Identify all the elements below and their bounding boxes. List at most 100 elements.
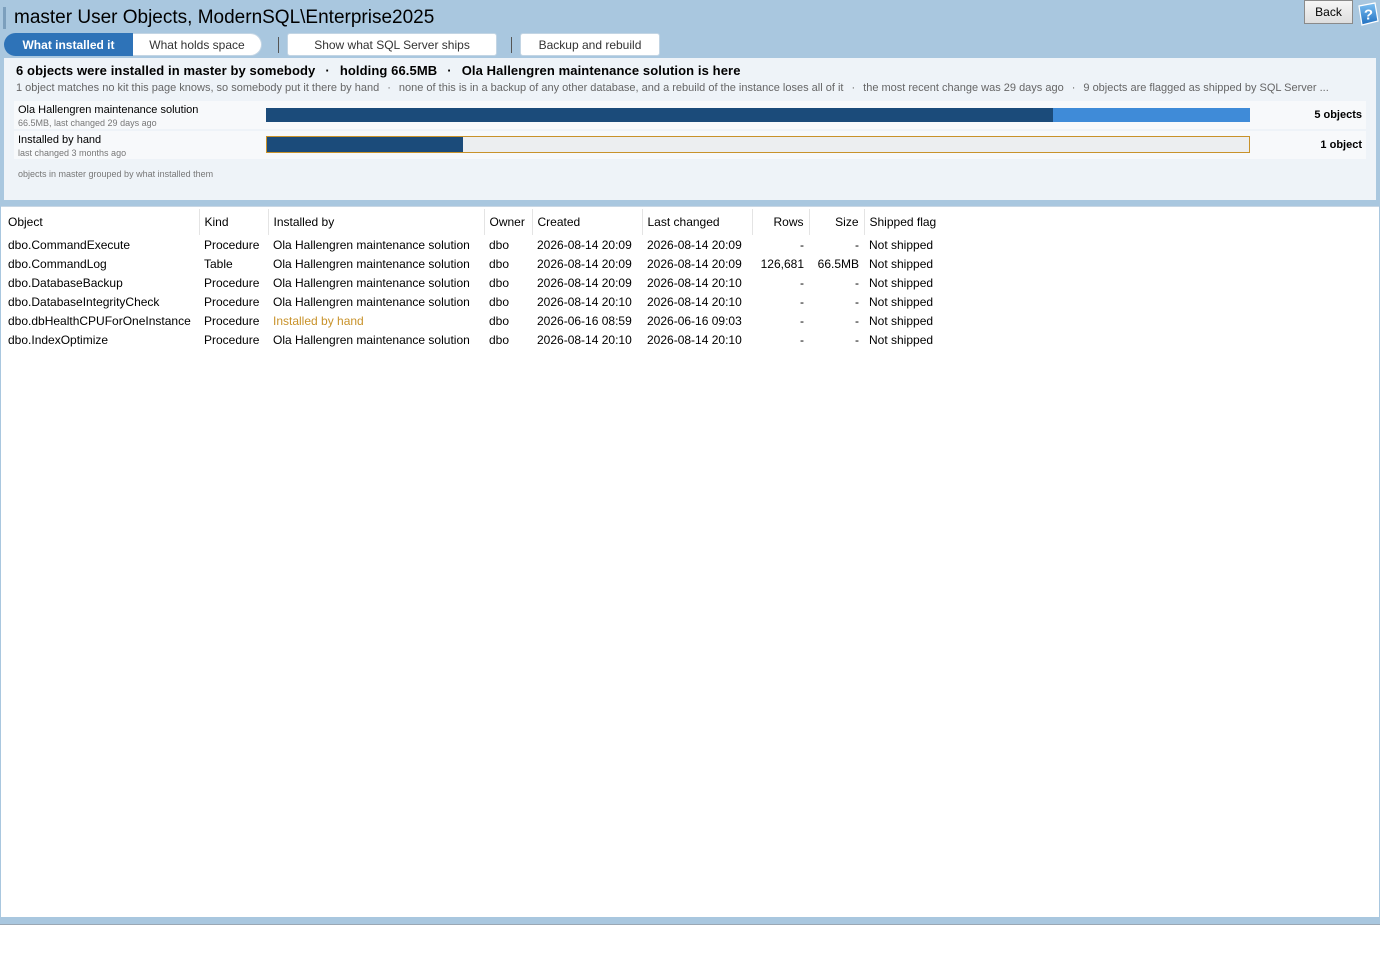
cell-kind: Table	[204, 256, 233, 271]
column-header-installed-by[interactable]: Installed by	[268, 209, 485, 235]
table-row[interactable]: dbo.DatabaseBackup Procedure Ola Halleng…	[3, 273, 944, 292]
table-header-row: Object Kind Installed by Owner Created L…	[3, 209, 944, 235]
cell-installed-by: Ola Hallengren maintenance solution	[273, 256, 470, 271]
objects-table-panel: Object Kind Installed by Owner Created L…	[1, 206, 1379, 917]
group-bar	[266, 136, 1250, 153]
detail-separator: ·	[1071, 82, 1076, 94]
column-header-rows[interactable]: Rows	[752, 209, 810, 235]
cell-last-changed: 2026-06-16 09:03	[647, 313, 742, 328]
group-count: 1 object	[1320, 139, 1362, 151]
cell-kind: Procedure	[204, 275, 260, 290]
headline-kit: Ola Hallengren maintenance solution is h…	[461, 63, 741, 78]
title-accent-bar	[3, 7, 6, 29]
tab-what-installed-it[interactable]: What installed it	[4, 33, 133, 56]
cell-kind: Procedure	[204, 237, 260, 252]
cell-created: 2026-08-14 20:09	[537, 275, 632, 290]
group-name: Installed by hand	[18, 134, 102, 146]
cell-object: dbo.CommandExecute	[8, 237, 131, 252]
table-row[interactable]: dbo.CommandLog Table Ola Hallengren main…	[3, 254, 944, 273]
group-count: 5 objects	[1314, 109, 1362, 121]
detail-separator: ·	[851, 82, 856, 94]
cell-owner: dbo	[489, 332, 510, 347]
headline-size: holding 66.5MB	[339, 63, 438, 78]
cell-installed-by: Ola Hallengren maintenance solution	[273, 294, 470, 309]
cell-size: -	[855, 332, 859, 347]
column-header-owner[interactable]: Owner	[484, 209, 533, 235]
headline-separator: ·	[325, 63, 330, 78]
cell-owner: dbo	[489, 237, 510, 252]
cell-last-changed: 2026-08-14 20:10	[647, 275, 742, 290]
cell-last-changed: 2026-08-14 20:10	[647, 332, 742, 347]
group-bar	[266, 108, 1250, 122]
detail-hand-installed: 1 object matches no kit this page knows,…	[16, 82, 380, 94]
column-header-shipped-flag[interactable]: Shipped flag	[864, 209, 944, 235]
help-question-icon[interactable]: ?	[1355, 2, 1379, 26]
table-row[interactable]: dbo.dbHealthCPUForOneInstance Procedure …	[3, 311, 944, 330]
summary-caption: objects in master grouped by what instal…	[18, 169, 214, 179]
cell-kind: Procedure	[204, 332, 260, 347]
cell-last-changed: 2026-08-14 20:10	[647, 294, 742, 309]
cell-created: 2026-06-16 08:59	[537, 313, 632, 328]
group-row-installed-by-hand[interactable]: Installed by hand last changed 3 months …	[14, 131, 1366, 159]
cell-created: 2026-08-14 20:09	[537, 237, 632, 252]
cell-created: 2026-08-14 20:09	[537, 256, 632, 271]
detail-recent-change: the most recent change was 29 days ago	[863, 82, 1064, 94]
headline-separator: ·	[447, 63, 452, 78]
cell-owner: dbo	[489, 294, 510, 309]
cell-rows: -	[800, 313, 804, 328]
column-header-kind[interactable]: Kind	[199, 209, 269, 235]
cell-size: -	[855, 237, 859, 252]
column-header-last-changed[interactable]: Last changed	[642, 209, 753, 235]
cell-rows: -	[800, 275, 804, 290]
cell-rows: -	[800, 332, 804, 347]
cell-installed-by: Ola Hallengren maintenance solution	[273, 237, 470, 252]
cell-size: -	[855, 294, 859, 309]
tab-separator	[278, 37, 279, 53]
column-header-created[interactable]: Created	[532, 209, 643, 235]
cell-last-changed: 2026-08-14 20:09	[647, 237, 742, 252]
column-header-size[interactable]: Size	[809, 209, 865, 235]
cell-shipped-flag: Not shipped	[869, 294, 934, 309]
detail-separator: ·	[387, 82, 391, 94]
cell-rows: 126,681	[760, 256, 804, 271]
cell-object: dbo.IndexOptimize	[8, 332, 109, 347]
group-meta: 66.5MB, last changed 29 days ago	[18, 118, 157, 128]
group-row-ola-hallengren[interactable]: Ola Hallengren maintenance solution 66.5…	[14, 101, 1366, 129]
cell-shipped-flag: Not shipped	[869, 313, 934, 328]
cell-installed-by: Ola Hallengren maintenance solution	[273, 332, 470, 347]
cell-rows: -	[800, 237, 804, 252]
group-bar-remainder	[1053, 108, 1250, 122]
cell-last-changed: 2026-08-14 20:09	[647, 256, 742, 271]
tab-what-holds-space[interactable]: What holds space	[133, 33, 262, 56]
cell-object: dbo.DatabaseIntegrityCheck	[8, 294, 160, 309]
cell-owner: dbo	[489, 256, 510, 271]
summary-details: 1 object matches no kit this page knows,…	[16, 82, 1364, 94]
cell-shipped-flag: Not shipped	[869, 237, 934, 252]
backup-and-rebuild-button[interactable]: Backup and rebuild	[520, 33, 660, 56]
window-bottom-border	[0, 924, 1380, 925]
cell-size: -	[855, 275, 859, 290]
table-row[interactable]: dbo.CommandExecute Procedure Ola Halleng…	[3, 235, 944, 254]
cell-created: 2026-08-14 20:10	[537, 294, 632, 309]
cell-shipped-flag: Not shipped	[869, 275, 934, 290]
cell-kind: Procedure	[204, 294, 260, 309]
summary-headline: 6 objects were installed in master by so…	[16, 63, 741, 78]
cell-size: -	[855, 313, 859, 328]
cell-created: 2026-08-14 20:10	[537, 332, 632, 347]
group-bar-fill	[266, 108, 1054, 122]
headline-objects: 6 objects were installed in master by so…	[16, 63, 316, 78]
table-row[interactable]: dbo.DatabaseIntegrityCheck Procedure Ola…	[3, 292, 944, 311]
cell-owner: dbo	[489, 275, 510, 290]
cell-object: dbo.dbHealthCPUForOneInstance	[8, 313, 191, 328]
show-what-sql-server-ships-button[interactable]: Show what SQL Server ships	[287, 33, 497, 56]
cell-installed-by: Ola Hallengren maintenance solution	[273, 275, 470, 290]
cell-size: 66.5MB	[817, 256, 859, 271]
group-meta: last changed 3 months ago	[18, 148, 127, 158]
column-header-object[interactable]: Object	[3, 209, 200, 235]
table-row[interactable]: dbo.IndexOptimize Procedure Ola Hallengr…	[3, 330, 944, 349]
summary-panel: 6 objects were installed in master by so…	[4, 58, 1376, 200]
back-button[interactable]: Back	[1304, 0, 1353, 24]
tab-separator	[511, 37, 512, 53]
cell-object: dbo.CommandLog	[8, 256, 107, 271]
objects-table: Object Kind Installed by Owner Created L…	[3, 209, 944, 349]
